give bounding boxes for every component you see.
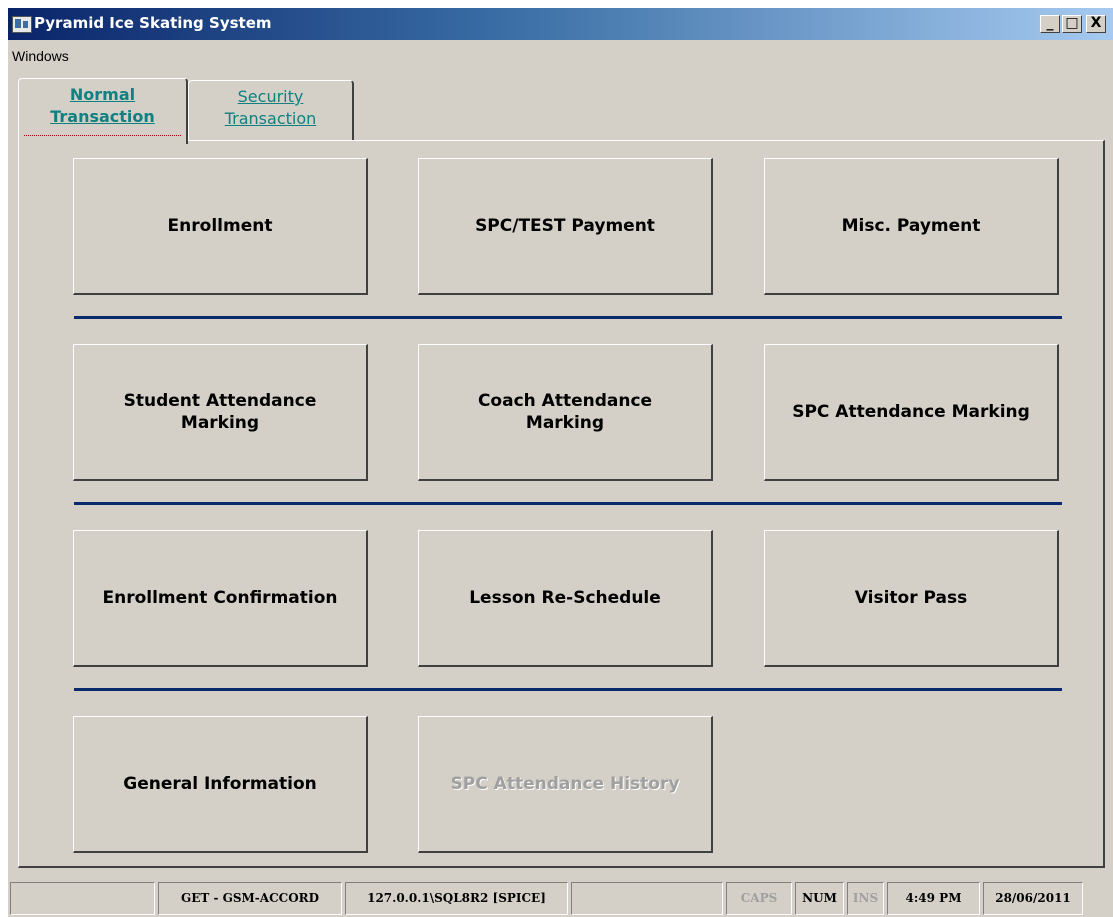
tab-normal-line1: Normal [69,85,136,104]
enrollment-confirmation-button[interactable]: Enrollment Confirmation [73,530,368,667]
row-separator-3 [74,688,1062,691]
spc-test-payment-button[interactable]: SPC/TEST Payment [418,158,713,295]
window-title: Pyramid Ice Skating System [34,14,272,32]
close-button[interactable]: X [1086,15,1106,33]
status-cell-num: NUM [795,882,844,915]
status-cell-empty-2 [571,882,723,915]
title-bar[interactable]: Pyramid Ice Skating System _ □ X [8,8,1113,40]
tab-panel-normal-transaction: Enrollment SPC/TEST Payment Misc. Paymen… [18,140,1105,868]
status-cell-caps: CAPS [726,882,792,915]
misc-payment-button[interactable]: Misc. Payment [764,158,1059,295]
spc-attendance-marking-button[interactable]: SPC Attendance Marking [764,344,1059,481]
maximize-button[interactable]: □ [1062,15,1082,33]
status-cell-time: 4:49 PM [887,882,980,915]
lesson-reschedule-button[interactable]: Lesson Re-Schedule [418,530,713,667]
minimize-button[interactable]: _ [1040,15,1060,33]
general-information-button[interactable]: General Information [73,716,368,853]
row-separator-2 [74,502,1062,505]
row-separator-1 [74,316,1062,319]
student-attendance-marking-button[interactable]: Student Attendance Marking [73,344,368,481]
tab-focus-indicator [24,135,181,136]
menu-bar: Windows [8,40,1113,68]
tab-security-line1: Security [237,87,304,106]
enrollment-button[interactable]: Enrollment [73,158,368,295]
tab-normal-line2: Transaction [50,107,155,126]
app-icon[interactable] [12,16,32,33]
menu-windows[interactable]: Windows [12,48,69,64]
app-window: Pyramid Ice Skating System _ □ X Windows… [8,8,1113,917]
status-cell-ins: INS [847,882,884,915]
tab-security-line2: Transaction [224,109,317,128]
status-cell-date: 28/06/2011 [983,882,1083,915]
status-cell-user: GET - GSM-ACCORD [158,882,342,915]
status-cell-server: 127.0.0.1\SQL8R2 [SPICE] [345,882,568,915]
status-bar: GET - GSM-ACCORD 127.0.0.1\SQL8R2 [SPICE… [8,880,1113,917]
coach-attendance-marking-button[interactable]: Coach Attendance Marking [418,344,713,481]
tab-security-transaction[interactable]: Security Transaction [188,80,354,142]
visitor-pass-button[interactable]: Visitor Pass [764,530,1059,667]
spc-attendance-history-button[interactable]: SPC Attendance History [418,716,713,853]
status-cell-empty-1 [10,882,155,915]
tab-normal-transaction[interactable]: Normal Transaction [18,78,188,144]
